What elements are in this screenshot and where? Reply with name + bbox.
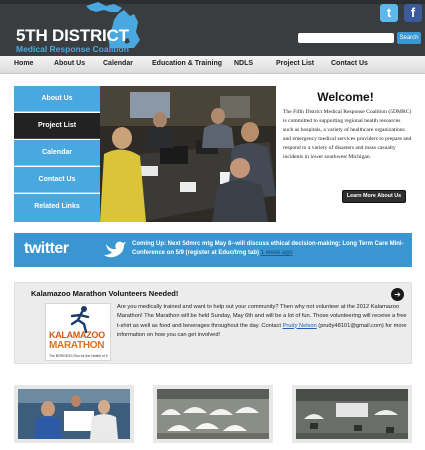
marathon-logo: KALAMAZOO MARATHON The BORGESS Run for t… (45, 303, 111, 361)
gallery-photo-3[interactable] (292, 385, 412, 443)
nav-item-ndls[interactable]: NDLS (234, 60, 253, 67)
twitter-icon[interactable]: t (380, 4, 398, 22)
nav-item-home[interactable]: Home (14, 60, 33, 67)
marathon-logo-line2: MARATHON (49, 340, 105, 351)
sidebar-item-contact-us[interactable]: Contact Us (14, 167, 100, 193)
search-input[interactable] (298, 33, 394, 43)
tweet-timestamp-link[interactable]: 1 week ago (261, 250, 293, 256)
welcome-title: Welcome! (317, 90, 374, 104)
site-header: 5TH DISTRICT Medical Response Coalition … (0, 0, 425, 56)
nav-item-project-list[interactable]: Project List (276, 60, 314, 67)
header-top-stripe (0, 0, 425, 4)
sidebar-item-calendar[interactable]: Calendar (14, 140, 100, 166)
sidebar-item-about-us[interactable]: About Us (14, 86, 100, 112)
gallery-photo-1[interactable] (14, 385, 134, 443)
hero-section: About Us Project List Calendar Contact U… (14, 86, 412, 222)
twitter-bird-icon (104, 241, 126, 258)
nav-item-about-us[interactable]: About Us (54, 60, 85, 67)
contact-link[interactable]: Prudy Nelson (283, 323, 317, 329)
nav-item-calendar[interactable]: Calendar (103, 60, 133, 67)
news-item: Kalamazoo Marathon Volunteers Needed! ➔ … (14, 282, 412, 364)
sidebar-nav: About Us Project List Calendar Contact U… (14, 86, 100, 222)
facebook-icon[interactable]: f (404, 4, 422, 22)
sidebar-item-project-list[interactable]: Project List (14, 113, 100, 139)
twitter-logo[interactable]: twitter (24, 240, 69, 258)
logo-subtitle[interactable]: Medical Response Coalition (16, 44, 129, 54)
nav-item-contact-us[interactable]: Contact Us (331, 60, 368, 67)
marathon-logo-tagline: The BORGESS Run for the Health of It (49, 354, 108, 358)
latest-tweet: Coming Up: Next 5dmrc mtg May 8--will di… (132, 240, 406, 258)
logo-title[interactable]: 5TH DISTRICT (16, 26, 129, 46)
sidebar-item-related-links[interactable]: Related Links (14, 194, 100, 222)
search-button[interactable]: Search (397, 32, 421, 44)
gallery-photo-2[interactable] (153, 385, 273, 443)
arrow-right-icon[interactable]: ➔ (391, 288, 404, 301)
nav-item-education-training[interactable]: Education & Training (152, 60, 222, 67)
learn-more-button[interactable]: Learn More About Us (342, 190, 406, 203)
twitter-feed-bar: twitter Coming Up: Next 5dmrc mtg May 8-… (14, 233, 412, 267)
marathon-logo-line1: KALAMAZOO (49, 330, 105, 340)
news-body: Are you medically trained and want to he… (117, 303, 407, 340)
news-title[interactable]: Kalamazoo Marathon Volunteers Needed! (31, 289, 178, 298)
welcome-description: The Fifth District Medical Response Coal… (283, 109, 412, 160)
meeting-photo (100, 86, 276, 222)
main-nav: Home About Us Calendar Education & Train… (0, 56, 425, 74)
